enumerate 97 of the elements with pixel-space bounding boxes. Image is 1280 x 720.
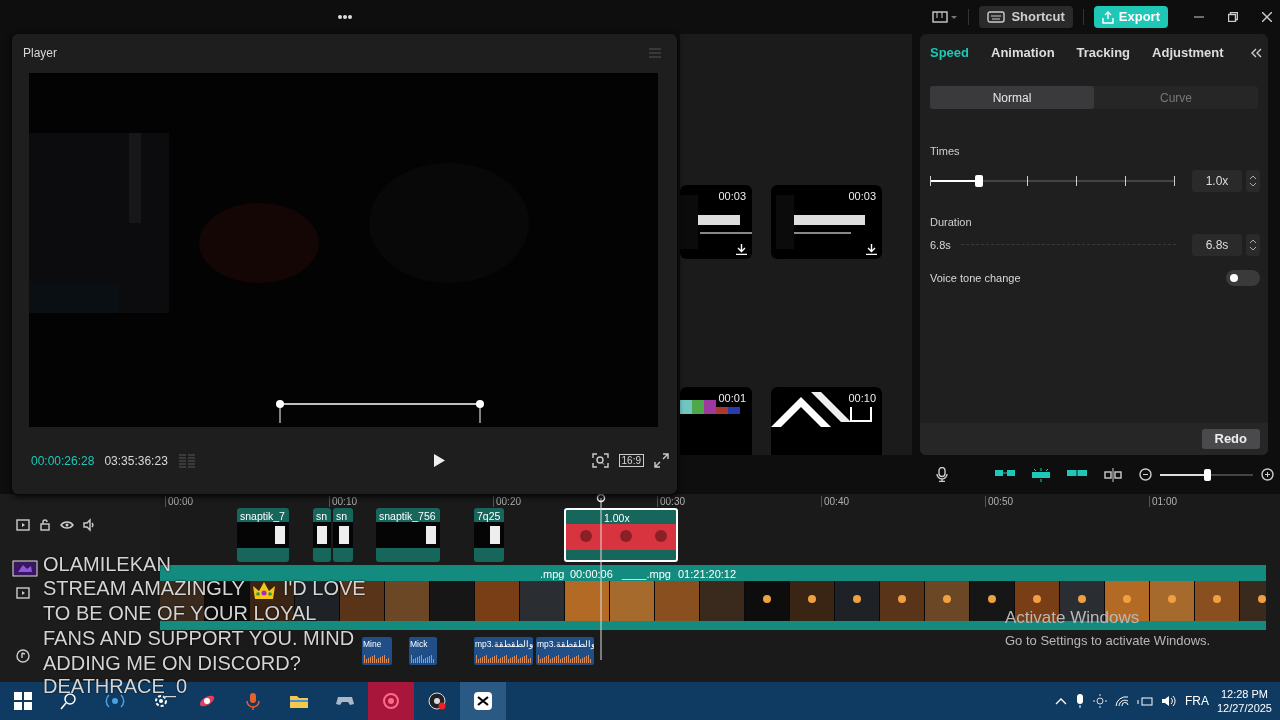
clock-time[interactable]: 12:28 PM [1220,687,1268,701]
zoom-in-icon[interactable] [1261,468,1274,481]
ruler-label: 00:40 [821,496,850,507]
clip-label: ____.mpg [622,567,671,582]
waveform [476,653,531,663]
microphone-icon[interactable] [1074,694,1085,708]
shortcut-button[interactable]: Shortcut [979,6,1073,28]
crop-handle[interactable] [274,398,486,423]
chat-message: I'D LOVE [282,576,366,601]
video-clip[interactable]: sn [333,508,353,562]
audio-clip[interactable]: mp3.والطقطقة [536,637,594,665]
more-icon[interactable] [336,14,353,20]
chat-message: TO BE ONE OF YOUR LOYAL [43,601,317,626]
audio-clip[interactable]: Mine [362,637,392,665]
redo-button[interactable]: Redo [1201,429,1260,449]
download-icon[interactable] [736,244,747,255]
panel-title: Player [23,45,57,62]
cover-icon[interactable] [16,518,30,532]
play-icon[interactable] [432,454,445,467]
split-icon[interactable] [1104,467,1122,482]
mode-tab[interactable]: Normal [930,86,1094,109]
audio-clip[interactable]: mp3.والطقطقة [474,637,533,665]
ruler-label: 00:50 [985,496,1014,507]
collapse-icon[interactable] [1250,48,1262,58]
volume-icon[interactable] [1160,695,1177,707]
close-icon[interactable] [1262,12,1272,22]
chat-message: STREAM AMAZINGLY [43,576,245,601]
voice-toggle[interactable] [1226,270,1260,287]
keyboard-icon [987,11,1006,23]
spinner-icon[interactable] [1246,234,1260,256]
panel-tab[interactable]: Tracking [1076,43,1131,63]
snap-icon[interactable] [1067,467,1087,478]
restore-icon[interactable] [1228,12,1238,22]
chevron-up-icon[interactable] [1054,697,1067,705]
toggle-label: Voice tone change [930,271,1021,286]
camera-lens-icon [427,691,447,711]
start-icon [13,691,33,711]
zoom-slider[interactable] [1160,468,1253,481]
ruler-label: 01:00 [1149,496,1178,507]
speed-slider[interactable] [930,173,1175,188]
microphone-icon[interactable] [936,467,948,482]
field-label: Duration [930,214,973,230]
field-label: Times [930,144,961,159]
fullscreen-icon[interactable] [654,453,669,468]
microphone-icon [243,691,263,711]
lock-icon[interactable] [38,518,52,532]
video-clip[interactable]: snaptik_756 [376,508,440,562]
language-indicator[interactable]: FRA [1184,692,1209,710]
video-clip[interactable]: snaptik_7 [237,508,289,562]
chat-message: FANS AND SUPPORT YOU. MIND [43,626,355,651]
sun-icon[interactable] [1092,694,1107,708]
total-time: 03:35:36:23 [104,452,168,470]
eye-icon[interactable] [60,518,74,532]
download-icon[interactable] [866,244,877,255]
layout-icon[interactable] [932,11,959,23]
gamepad-icon [335,696,355,706]
video-clip[interactable]: 7q25 [474,508,504,562]
speaker-icon[interactable] [82,518,96,532]
panel-tab[interactable]: Speed [930,43,969,63]
range-label: 6.8s [930,237,951,253]
avatar-icon [12,560,38,577]
panel-tab[interactable]: Animation [991,43,1055,63]
panel-tab[interactable]: Adjustment [1152,43,1224,63]
waveform [538,653,592,663]
link-clips-icon[interactable] [995,467,1015,478]
zoom-fit-icon[interactable] [591,453,609,468]
ruler-label: 00:00 [165,496,194,507]
music-icon[interactable] [16,649,30,663]
waveform [411,653,435,663]
clock-date[interactable]: 12/27/2025 [1216,701,1272,715]
ruler-label: 00:30 [657,496,686,507]
clip-time: 00:00:06 [570,567,613,582]
cover-icon[interactable] [16,586,30,600]
clip-label: .mpg [540,567,565,582]
ruler-label: 00:10 [329,496,358,507]
clip-time: 01:21:20:12 [678,567,737,582]
record-icon [381,691,401,711]
video-clip[interactable]: 1.00x [564,508,678,562]
wifi-icon[interactable] [1114,695,1129,707]
magnet-icon[interactable] [1031,467,1051,482]
taskbar-button[interactable] [460,682,506,720]
battery-icon[interactable] [1136,695,1153,707]
zoom-out-icon[interactable] [1139,468,1152,481]
speed-field[interactable]: 1.0x [1192,169,1242,192]
aspect-ratio-button[interactable]: 16:9 [618,454,644,467]
activation-hint: Go to Settings to activate Windows. [1005,632,1211,650]
ruler-label: 00:20 [493,496,522,507]
chat-signature: DEATHRACE_0 [43,676,189,696]
export-icon [1101,10,1114,24]
spinner-icon[interactable] [1246,169,1260,192]
video-clip[interactable]: sn [313,508,331,562]
chat-message: ADDING ME ON DISCORD? [43,651,301,676]
cross-icon [473,691,493,711]
current-time: 00:00:26:28 [31,452,95,470]
audio-clip[interactable]: Mick [409,637,437,665]
chat-username: OLAMILEKAN [43,555,171,573]
waveform [364,653,390,663]
